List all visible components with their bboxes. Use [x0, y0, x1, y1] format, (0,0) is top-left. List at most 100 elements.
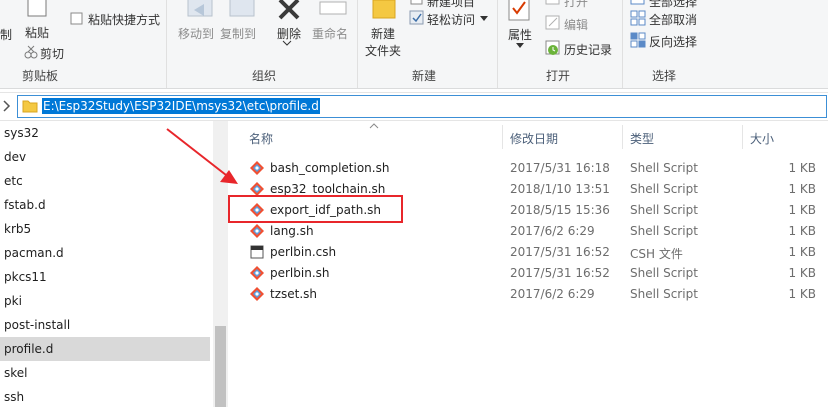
clipboard-group-label: 剪贴板 [22, 69, 59, 83]
nav-item[interactable]: krb5 [0, 217, 210, 241]
file-date: 2017/5/31 16:52 [510, 245, 610, 259]
file-row[interactable]: lang.sh 2017/6/2 6:29 Shell Script 1 KB [230, 221, 828, 242]
file-name: perlbin.csh [270, 245, 337, 259]
edit-button[interactable]: 编辑 [564, 16, 588, 33]
edit-icon [545, 15, 560, 30]
easy-access-icon [409, 10, 424, 25]
csh-file-icon [250, 245, 264, 259]
scissors-icon [24, 45, 38, 59]
easy-access-button[interactable]: 轻松访问 [427, 11, 475, 28]
file-name: lang.sh [270, 224, 314, 238]
file-name: tzset.sh [270, 287, 318, 301]
file-date: 2017/6/2 6:29 [510, 287, 595, 301]
nav-item[interactable]: fstab.d [0, 193, 210, 217]
properties-button[interactable]: 属性 [508, 26, 532, 43]
new-folder-button-line2[interactable]: 文件夹 [365, 42, 401, 59]
file-size: 1 KB [788, 203, 816, 217]
nav-item[interactable]: post-install [0, 313, 210, 337]
file-type: Shell Script [630, 266, 698, 280]
column-divider[interactable] [502, 125, 503, 149]
copy-to-button[interactable]: 复制到 [220, 25, 256, 42]
column-header-size[interactable]: 大小 [750, 130, 774, 147]
file-row[interactable]: bash_completion.sh 2017/5/31 16:18 Shell S… [230, 158, 828, 179]
paste-shortcut-icon [70, 12, 83, 25]
new-folder-button-line1[interactable]: 新建 [371, 25, 395, 42]
shell-script-icon [250, 161, 264, 175]
nav-item[interactable]: skel [0, 361, 210, 385]
new-item-button[interactable]: 新建项目 [427, 0, 475, 10]
chevron-down-icon [282, 40, 292, 46]
address-path[interactable]: E:\Esp32Study\ESP32IDE\msys32\etc\profil… [42, 98, 320, 114]
file-row[interactable]: tzset.sh 2017/6/2 6:29 Shell Script 1 KB [230, 284, 828, 305]
nav-item-label: fstab.d [4, 198, 46, 212]
select-all-icon [630, 0, 645, 5]
column-header-date[interactable]: 修改日期 [510, 130, 558, 147]
nav-item[interactable]: etc [0, 169, 210, 193]
invert-selection-button[interactable]: 反向选择 [649, 33, 697, 50]
move-to-button[interactable]: 移动到 [178, 25, 214, 42]
column-divider[interactable] [622, 125, 623, 149]
history-button[interactable]: 历史记录 [564, 41, 612, 58]
nav-item[interactable]: pki [0, 289, 210, 313]
file-name: esp32_toolchain.sh [270, 182, 386, 196]
nav-item-label: pacman.d [4, 246, 64, 260]
file-size: 1 KB [788, 161, 816, 175]
nav-item-label: ssh [4, 390, 25, 404]
chevron-right-icon[interactable] [2, 100, 12, 112]
properties-icon [508, 0, 530, 21]
nav-item[interactable]: dev [0, 145, 210, 169]
paste-button[interactable]: 粘贴 [25, 24, 49, 41]
nav-item-label: dev [4, 150, 27, 164]
shell-script-icon [250, 224, 264, 238]
file-type: Shell Script [630, 182, 698, 196]
column-header-name[interactable]: 名称 [249, 130, 273, 147]
open-icon [545, 0, 560, 5]
navigation-pane: sys32 dev etc fstab.d krb5 pacman.d pkcs11 pki p… [0, 121, 228, 407]
rename-icon [319, 1, 347, 15]
nav-item-label: sys32 [4, 126, 39, 140]
chevron-down-icon [516, 43, 524, 48]
file-size: 1 KB [788, 245, 816, 259]
nav-item[interactable]: ssh [0, 385, 210, 409]
select-all-button[interactable]: 全部选择 [649, 0, 697, 10]
nav-item-label: krb5 [4, 222, 32, 236]
new-item-icon [410, 0, 423, 5]
nav-scrollbar[interactable] [213, 121, 228, 407]
nav-item[interactable]: sys32 [0, 121, 210, 145]
nav-item[interactable]: pkcs11 [0, 265, 210, 289]
nav-item[interactable]: pacman.d [0, 241, 210, 265]
file-type: Shell Script [630, 287, 698, 301]
file-type: CSH 文件 [630, 247, 683, 261]
shell-script-icon [250, 266, 264, 280]
rename-button[interactable]: 重命名 [312, 25, 348, 42]
ribbon-separator [497, 0, 498, 88]
move-to-icon [187, 0, 213, 17]
copy-button[interactable]: 制 [0, 26, 12, 43]
select-none-button[interactable]: 全部取消 [649, 11, 697, 28]
column-header-type[interactable]: 类型 [630, 130, 654, 147]
folder-icon [22, 100, 38, 113]
cut-button[interactable]: 剪切 [40, 45, 64, 62]
file-row[interactable]: perlbin.sh 2017/5/31 16:52 Shell Script 1 K… [230, 263, 828, 284]
nav-item-label: post-install [4, 318, 71, 332]
address-bar: E:\Esp32Study\ESP32IDE\msys32\etc\profil… [0, 92, 828, 121]
column-divider[interactable] [742, 125, 743, 149]
open-group-label: 打开 [546, 69, 571, 83]
nav-item-label: etc [4, 174, 23, 188]
file-date: 2017/6/2 6:29 [510, 224, 595, 238]
file-name: perlbin.sh [270, 266, 330, 280]
select-group-label: 选择 [652, 69, 677, 83]
open-button[interactable]: 打开 [564, 0, 588, 10]
nav-item[interactable]: profile.d [0, 337, 210, 361]
ribbon-separator [166, 0, 167, 88]
file-date: 2018/1/10 13:51 [510, 182, 610, 196]
chevron-down-icon [480, 16, 488, 21]
address-input[interactable]: E:\Esp32Study\ESP32IDE\msys32\etc\profil… [17, 95, 827, 118]
nav-item-label: profile.d [4, 342, 54, 356]
file-row[interactable]: perlbin.csh 2017/5/31 16:52 CSH 文件 1 KB [230, 242, 828, 263]
nav-scrollbar-thumb[interactable] [215, 326, 226, 407]
ribbon: 制 粘贴 粘贴快捷方式 剪切 剪贴板 移动到 复制到 删除 重命名 组织 新建 [0, 0, 828, 89]
select-none-icon [630, 10, 646, 26]
paste-shortcut-button[interactable]: 粘贴快捷方式 [88, 11, 160, 28]
nav-item-label: skel [4, 366, 28, 380]
